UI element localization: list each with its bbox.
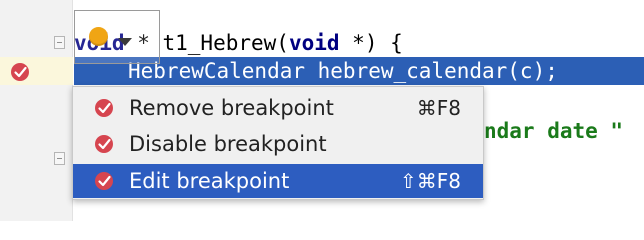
editor-gutter[interactable]	[0, 0, 73, 221]
breakpoint-icon	[95, 172, 113, 190]
breakpoint-widget[interactable]	[74, 10, 160, 64]
fold-marker-icon[interactable]	[54, 152, 65, 165]
menu-item-remove-breakpoint[interactable]: Remove breakpoint ⌘F8	[73, 91, 483, 125]
breakpoint-icon	[95, 99, 113, 117]
menu-item-label: Disable breakpoint	[129, 132, 327, 156]
menu-item-shortcut: ⇧⌘F8	[400, 169, 461, 193]
chevron-down-icon[interactable]	[118, 38, 132, 46]
menu-item-edit-breakpoint[interactable]: Edit breakpoint ⇧⌘F8	[73, 164, 483, 198]
code-text: *) {	[339, 31, 403, 55]
breakpoint-context-menu: Remove breakpoint ⌘F8 Disable breakpoint…	[72, 86, 484, 200]
keyword-void: void	[288, 31, 340, 55]
breakpoint-icon[interactable]	[10, 62, 30, 82]
menu-item-label: Edit breakpoint	[129, 169, 290, 193]
code-line-string: ndar date "	[484, 119, 624, 143]
menu-item-shortcut: ⌘F8	[416, 96, 461, 120]
breakpoint-icon	[95, 135, 113, 153]
menu-item-label: Remove breakpoint	[129, 96, 334, 120]
fold-marker-icon[interactable]	[54, 36, 65, 49]
breakpoint-dot-icon[interactable]	[89, 27, 108, 46]
menu-item-disable-breakpoint[interactable]: Disable breakpoint	[73, 127, 483, 161]
